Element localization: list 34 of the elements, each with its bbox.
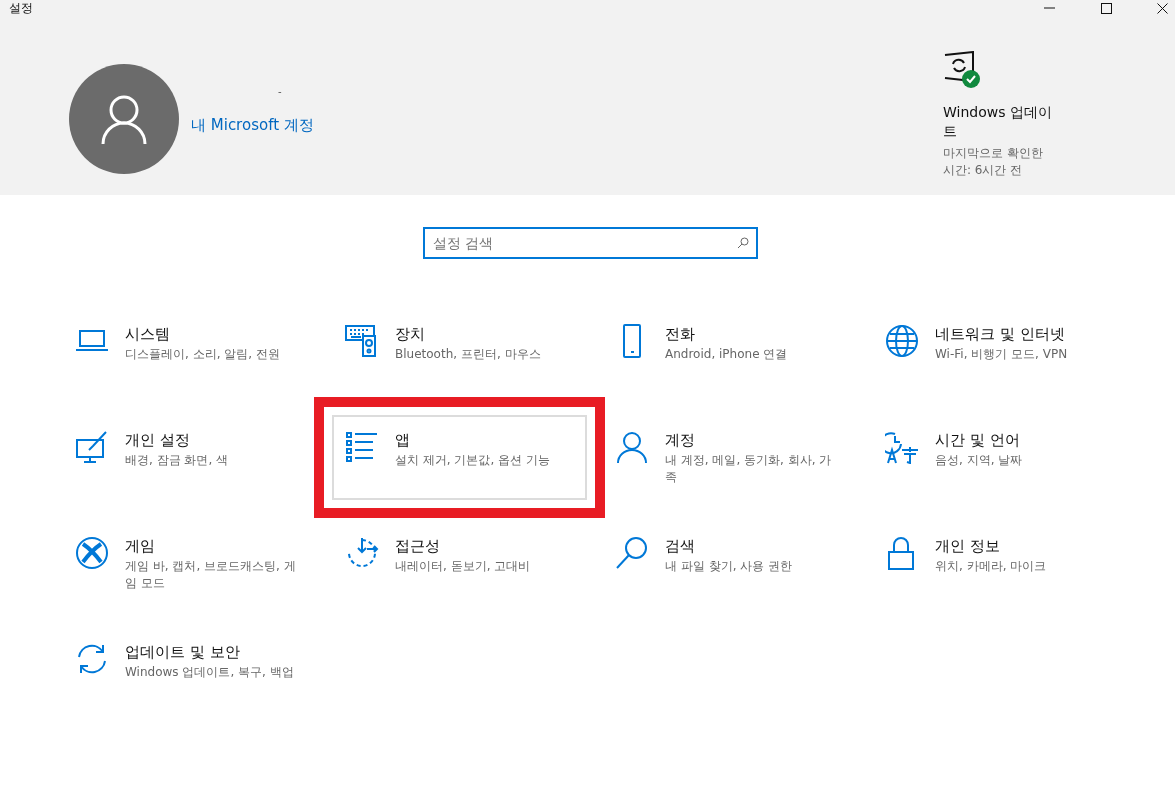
keyboard-speaker-icon — [345, 324, 379, 358]
category-tile[interactable]: 업데이트 및 보안 Windows 업데이트, 복구, 백업 — [62, 627, 317, 712]
category-tile[interactable]: 검색 내 파일 찾기, 사용 권한 — [602, 521, 857, 606]
category-tile[interactable]: 장치 Bluetooth, 프린터, 마우스 — [332, 309, 587, 394]
update-check-icon[interactable] — [943, 51, 981, 89]
monitor-brush-icon — [75, 430, 109, 464]
globe-icon — [885, 324, 919, 358]
category-tile[interactable]: 계정 내 계정, 메일, 동기화, 회사, 가족 — [602, 415, 857, 500]
category-tile[interactable]: 게임 게임 바, 캡처, 브로드캐스팅, 게임 모드 — [62, 521, 317, 606]
user-name: - — [278, 85, 283, 98]
update-status: 마지막으로 확인한 시간: 6시간 전 — [943, 145, 1044, 179]
update-title[interactable]: Windows 업데이트 — [943, 103, 1055, 141]
clock-language-icon — [885, 430, 919, 464]
search-icon — [615, 536, 649, 570]
search-icon — [736, 237, 749, 249]
category-tile[interactable]: 접근성 내레이터, 돋보기, 고대비 — [332, 521, 587, 606]
list-icon — [345, 430, 379, 464]
avatar-icon — [69, 64, 179, 174]
window-title: 설정 — [9, 0, 33, 17]
category-tile[interactable]: 개인 설정 배경, 잠금 화면, 색 — [62, 415, 317, 500]
xbox-icon — [75, 536, 109, 570]
category-tile[interactable]: 시간 및 언어 음성, 지역, 날짜 — [872, 415, 1127, 500]
category-tile[interactable]: 네트워크 및 인터넷 Wi-Fi, 비행기 모드, VPN — [872, 309, 1127, 394]
person-icon — [615, 430, 649, 464]
accessibility-icon — [345, 536, 379, 570]
sync-icon — [75, 642, 109, 676]
microsoft-account-link[interactable]: 내 Microsoft 계정 — [191, 115, 314, 135]
minimize-icon[interactable] — [1044, 7, 1056, 9]
category-tile[interactable]: 전화 Android, iPhone 연결 — [602, 309, 857, 394]
close-icon[interactable] — [1157, 2, 1168, 14]
search-field[interactable]: 설정 검색 — [422, 227, 758, 259]
category-tile[interactable]: 시스템 디스플레이, 소리, 알림, 전원 — [62, 309, 317, 394]
maximize-icon[interactable] — [1101, 2, 1112, 14]
category-tile[interactable]: 개인 정보 위치, 카메라, 마이크 — [872, 521, 1127, 606]
